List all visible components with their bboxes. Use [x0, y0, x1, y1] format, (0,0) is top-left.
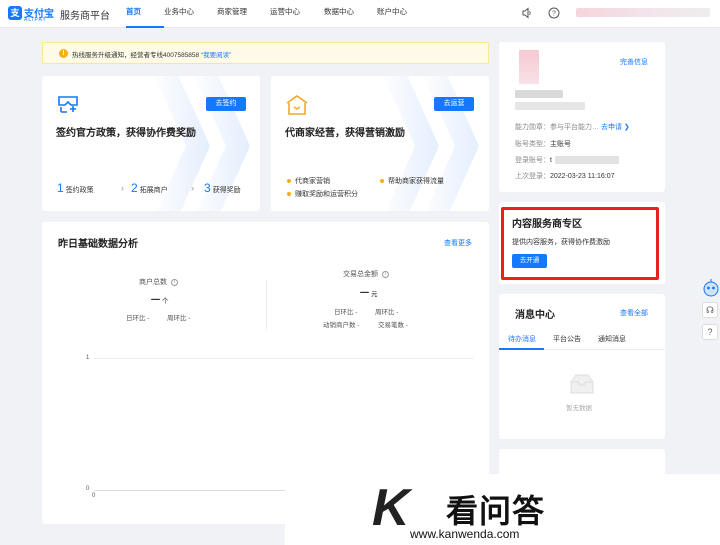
- sign-button[interactable]: 去签约: [206, 97, 246, 111]
- alipay-logo[interactable]: 支 支付宝 ALIPAY: [8, 4, 54, 24]
- tab-todo[interactable]: 待办消息: [508, 334, 536, 344]
- chevron-right-icon: ›: [121, 183, 124, 193]
- chevron-right-icon: ›: [191, 183, 194, 193]
- stats-title: 昨日基础数据分析: [58, 239, 138, 250]
- active-merchants: 动销商户数 -: [323, 322, 360, 329]
- agent-point: 赚取奖励和运营积分: [287, 189, 358, 199]
- step-get-reward[interactable]: 3 获得奖励: [204, 181, 241, 195]
- agent-point: 帮助商家获得流量: [380, 176, 444, 186]
- top-bar: 支 支付宝 ALIPAY 服务商平台 首页 业务中心 商家管理 运营中心 数据中…: [0, 0, 720, 28]
- x-axis-zero-label: 0: [92, 493, 96, 499]
- view-more-link[interactable]: 查看更多: [444, 238, 472, 248]
- info-icon: i: [171, 278, 178, 286]
- login-account-blurred: [555, 156, 619, 164]
- profile-card: 完善信息 能力勋章：参与平台能力… 去申请 ❯ 账号类型：主账号 登录账号：t …: [499, 42, 665, 192]
- nav-data-center[interactable]: 数据中心: [324, 0, 377, 28]
- nav-account-center[interactable]: 账户中心: [377, 0, 427, 28]
- account-type-row: 账号类型：主账号: [515, 141, 571, 148]
- step-sign-policy[interactable]: 1 签约政策: [57, 181, 94, 195]
- message-center-card: 消息中心 查看全部 待办消息 平台公告 通知消息 暂无数据: [499, 294, 665, 439]
- merchant-total-label: 商户总数 i: [139, 277, 178, 287]
- avatar-blurred: [519, 50, 539, 84]
- empty-box-icon: [570, 374, 594, 394]
- empty-text: 暂无数据: [566, 405, 592, 412]
- grid-line: [94, 358, 474, 359]
- last-login-row: 上次登录：2022-03-23 11:16:07: [515, 173, 615, 180]
- info-icon: i: [382, 270, 389, 278]
- apply-link[interactable]: 去申请 ❯: [601, 124, 630, 131]
- merchant-week-ratio: 周环比 -: [167, 315, 191, 322]
- notice-text: 热线服务升级通知，经营者专线4007585858: [72, 52, 200, 59]
- activate-button[interactable]: 去开通: [512, 254, 547, 268]
- amount-day-ratio: 日环比 -: [334, 309, 358, 316]
- notice-read-link[interactable]: “我要阅读”: [201, 52, 231, 59]
- notice-icon: !: [59, 49, 68, 58]
- sign-card-title: 签约官方政策，获得协作费奖励: [56, 128, 196, 139]
- trade-count: 交易笔数 -: [378, 322, 408, 329]
- watermark-url: www.kanwenda.com: [410, 527, 520, 541]
- amount-week-ratio: 周环比 -: [375, 309, 399, 316]
- complete-info-link[interactable]: 完善信息: [620, 57, 648, 67]
- account-name-blurred: [515, 90, 563, 98]
- tab-ink-bar: [499, 348, 544, 350]
- nav-business-center[interactable]: 业务中心: [164, 0, 217, 28]
- agent-card-title: 代商家经营，获得营销激励: [285, 128, 405, 139]
- watermark-text: 看问答: [446, 493, 546, 529]
- account-id-blurred: [515, 102, 585, 110]
- operate-button[interactable]: 去运营: [434, 97, 474, 111]
- divider: [266, 280, 267, 330]
- user-account-blurred[interactable]: [576, 8, 710, 17]
- tab-notification[interactable]: 通知消息: [598, 334, 626, 344]
- vr-glasses-icon: [58, 96, 78, 113]
- platform-title: 服务商平台: [60, 11, 110, 22]
- view-all-link[interactable]: 查看全部: [620, 308, 648, 318]
- trade-amount-value: 一元: [360, 288, 378, 298]
- nav-home[interactable]: 首页: [126, 0, 164, 28]
- message-tabs: 待办消息 平台公告 通知消息: [499, 329, 665, 350]
- content-zone-desc: 提供内容服务，获得协作费激励: [512, 239, 610, 246]
- logo-name-en: ALIPAY: [24, 17, 47, 23]
- content-zone-title: 内容服务商专区: [512, 219, 582, 230]
- speaker-icon[interactable]: [521, 7, 533, 19]
- shop-icon: [286, 95, 308, 115]
- trade-amount-label: 交易总金额 i: [343, 269, 389, 279]
- help-square-icon[interactable]: ?: [702, 324, 718, 340]
- merchant-day-ratio: 日环比 -: [126, 315, 150, 322]
- help-icon[interactable]: ?: [548, 7, 560, 19]
- nav-operation-center[interactable]: 运营中心: [270, 0, 324, 28]
- message-center-title: 消息中心: [515, 310, 555, 321]
- y-axis-zero-label: 0: [86, 486, 90, 492]
- alipay-logo-icon: 支: [8, 6, 22, 20]
- robot-assistant-icon[interactable]: [702, 278, 720, 298]
- notice-banner: ! 热线服务升级通知，经营者专线4007585858 “我要阅读”: [42, 42, 489, 64]
- merchant-total-value: 一个: [151, 295, 169, 305]
- tab-announcement[interactable]: 平台公告: [553, 334, 581, 344]
- y-axis-top-label: 1: [86, 355, 90, 361]
- svg-text:?: ?: [552, 11, 556, 18]
- agent-point: 代商家营销: [287, 176, 330, 186]
- login-account-row: 登录账号：t: [515, 157, 552, 164]
- step-expand-merchants[interactable]: 2 拓展商户: [131, 181, 168, 195]
- main-nav: 首页 业务中心 商家管理 运营中心 数据中心 账户中心: [126, 0, 427, 28]
- nav-merchant-management[interactable]: 商家管理: [217, 0, 270, 28]
- ability-badge-row: 能力勋章：参与平台能力… 去申请 ❯: [515, 124, 630, 131]
- agent-operation-card: 去运营 代商家经营，获得营销激励 代商家营销 帮助商家获得流量 赚取奖励和运营积…: [271, 76, 489, 211]
- headset-icon[interactable]: ☊: [702, 302, 718, 318]
- watermark-logo: K: [372, 479, 410, 537]
